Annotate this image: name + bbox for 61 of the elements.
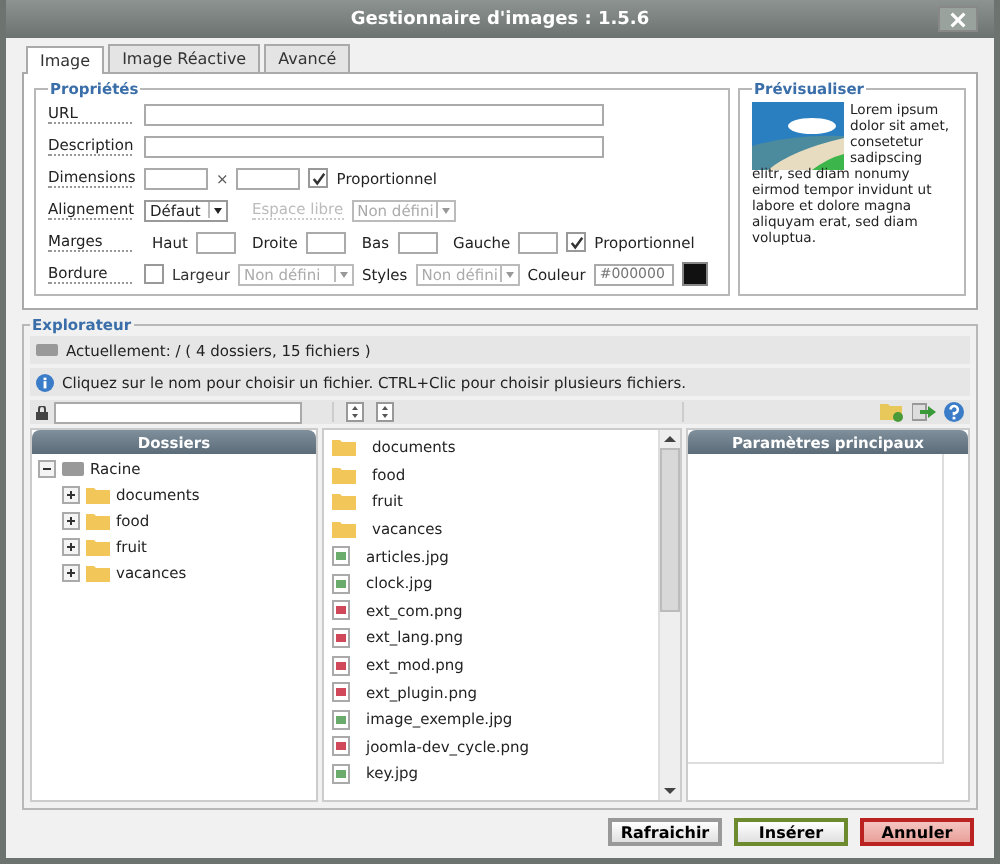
cancel-button[interactable]: Annuler — [860, 818, 974, 846]
expand-icon[interactable] — [62, 538, 80, 556]
color-picker-button[interactable] — [681, 262, 708, 286]
collapse-icon[interactable] — [38, 460, 56, 478]
expand-icon[interactable] — [62, 564, 80, 582]
folder-icon — [332, 465, 356, 484]
image-file-icon — [332, 709, 350, 730]
url-field[interactable] — [144, 103, 604, 125]
scroll-up-icon[interactable] — [664, 434, 676, 444]
filter-field[interactable] — [54, 401, 302, 423]
sort-icon[interactable] — [346, 402, 364, 422]
expand-icon[interactable] — [62, 486, 80, 504]
image-file-icon — [332, 600, 350, 621]
help-icon[interactable] — [944, 402, 964, 422]
tab[interactable]: Image — [26, 46, 105, 74]
window-title: Gestionnaire d'images : 1.5.6 — [350, 9, 650, 29]
arrow-icon[interactable] — [912, 402, 936, 422]
folder-icon — [86, 538, 110, 556]
caret-icon — [499, 266, 518, 282]
lock-icon — [36, 405, 48, 419]
margin-field[interactable] — [195, 231, 236, 253]
caret-icon — [333, 266, 352, 282]
scrollbar[interactable] — [658, 430, 680, 800]
drive-icon — [62, 462, 84, 476]
expand-icon[interactable] — [62, 512, 80, 530]
image-file-icon — [332, 682, 350, 703]
margin-field[interactable] — [518, 231, 559, 253]
tab[interactable]: Image Réactive — [108, 44, 261, 72]
folder-icon — [86, 564, 110, 582]
image-file-icon — [332, 763, 350, 784]
drive-icon — [36, 344, 58, 356]
caret-icon — [208, 202, 226, 218]
folder-icon — [332, 520, 356, 539]
folder-icon — [86, 486, 110, 504]
checkbox[interactable] — [566, 232, 587, 252]
close-button[interactable] — [938, 6, 978, 32]
tab[interactable]: Avancé — [264, 44, 351, 72]
checkbox[interactable] — [144, 264, 164, 284]
beach-image-drawing — [752, 102, 844, 170]
scroll-down-icon[interactable] — [664, 786, 676, 796]
insert-button[interactable]: Insérer — [734, 818, 848, 846]
width-field[interactable] — [144, 167, 208, 189]
image-file-icon — [332, 655, 350, 676]
checkbox[interactable] — [308, 168, 329, 188]
margin-field[interactable] — [397, 231, 438, 253]
caret-icon — [435, 202, 454, 218]
new-folder-icon[interactable] — [880, 402, 904, 422]
image-file-icon — [332, 627, 350, 648]
sort-icon[interactable] — [376, 402, 394, 422]
image-file-icon — [332, 546, 350, 567]
folder-icon — [86, 512, 110, 530]
info-icon — [36, 373, 54, 391]
folder-icon — [332, 438, 356, 457]
image-file-icon — [332, 736, 350, 757]
image-file-icon — [332, 573, 350, 594]
margin-field[interactable] — [305, 231, 346, 253]
folder-icon — [332, 492, 356, 511]
close-icon — [950, 11, 966, 27]
description-field[interactable] — [144, 135, 604, 157]
refresh-button[interactable]: Rafraichir — [608, 818, 722, 846]
height-field[interactable] — [236, 167, 301, 189]
